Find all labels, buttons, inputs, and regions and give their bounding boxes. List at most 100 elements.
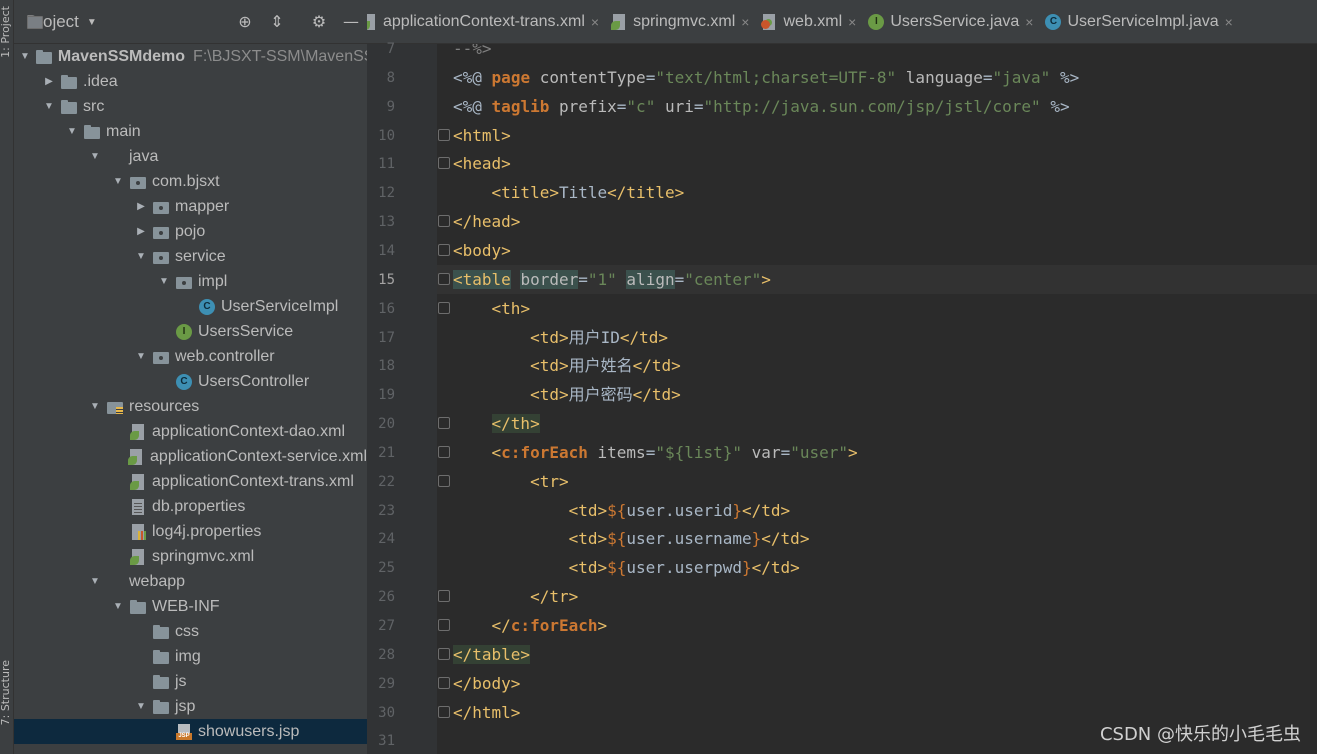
tree-item[interactable]: ▼ src [14,94,367,119]
fold-marker-icon[interactable] [438,157,450,170]
tree-item[interactable]: C UsersController [14,369,367,394]
tree-item[interactable]: I UsersService [14,319,367,344]
fold-marker-icon[interactable] [438,272,450,285]
tree-item[interactable]: log4j.properties [14,519,367,544]
chevron-right-icon[interactable]: ▶ [43,76,55,87]
code-line: <td>${user.userpwd}</td> [568,558,800,578]
chevron-down-icon[interactable]: ▼ [158,276,170,287]
fold-marker-icon[interactable] [438,474,450,487]
fold-marker-icon[interactable] [438,215,450,228]
fold-marker-icon[interactable] [438,619,450,631]
project-tool-tab[interactable]: 1: Project [0,6,15,58]
chevron-down-icon[interactable]: ▼ [135,701,147,712]
folder-icon [61,99,77,115]
jsp-icon [176,723,192,740]
tree-item[interactable]: js [14,669,367,694]
tree-item-label: css [175,622,199,640]
close-icon[interactable]: × [741,14,749,30]
code-line: </html> [453,702,521,722]
fold-marker-icon[interactable] [438,705,450,718]
fold-marker-icon[interactable] [438,647,450,660]
tree-item[interactable]: ▼ web.controller [14,344,367,369]
close-icon[interactable]: × [848,14,856,30]
chevron-down-icon[interactable]: ▼ [112,601,124,612]
chevron-down-icon[interactable]: ▼ [20,51,30,62]
code-line: </head> [453,212,521,232]
fold-marker-icon[interactable] [438,590,450,603]
target-icon[interactable]: ⊕ [236,13,254,31]
tree-item[interactable]: applicationContext-service.xml [14,444,367,469]
editor-tab[interactable]: C UserServiceImpl.java × [1039,0,1238,43]
chevron-down-icon[interactable]: ▼ [89,151,101,162]
folder-icon [153,649,169,665]
chevron-down-icon[interactable]: ▼ [66,126,78,137]
tree-item[interactable]: ▼ com.bjsxt [14,169,367,194]
fold-marker-icon[interactable] [438,128,450,141]
line-number: 27 [378,618,395,634]
line-number: 20 [378,416,395,433]
tree-item[interactable]: ▼ MavenSSMdemo F:\BJSXT-SSM\MavenSS [14,44,367,69]
code-line: <tr> [530,471,569,491]
fold-marker-icon[interactable] [438,243,450,256]
chevron-down-icon[interactable]: ▼ [135,251,147,262]
code-line: <td>用户ID</td> [530,327,669,347]
editor-tab[interactable]: springmvc.xml × [605,0,755,43]
tree-item[interactable]: applicationContext-trans.xml [14,469,367,494]
tree-item[interactable]: ▶ mapper [14,194,367,219]
chevron-down-icon[interactable]: ▼ [112,176,124,187]
structure-tool-tab[interactable]: 7: Structure [0,660,15,725]
tree-item[interactable]: ▼ WEB-INF [14,594,367,619]
line-number: 28 [378,646,395,663]
tab-label: applicationContext-trans.xml [383,12,585,30]
tree-item[interactable]: ▼ java [14,144,367,169]
editor-tab[interactable]: I UsersService.java × [862,0,1039,43]
tree-item-label: MavenSSMdemo [57,47,186,65]
chevron-down-icon[interactable]: ▼ [89,401,101,412]
tree-item[interactable]: C UserServiceImpl [14,294,367,319]
tree-item[interactable]: ▼ resources [14,394,367,419]
pkg-icon [153,349,169,365]
chevron-down-icon[interactable]: ▼ [135,351,147,362]
editor-tab[interactable]: applicationContext-trans.xml × [367,0,605,43]
line-number: 7 [386,41,395,57]
tree-item[interactable]: img [14,644,367,669]
srcfolder-icon [107,149,123,165]
project-panel: Project ▼ ⊕ ⇕ ⚙ — ▼ MavenSSMdemo F:\BJSXT-… [14,0,367,754]
tree-item[interactable]: ▼ webapp [14,569,367,594]
chevron-right-icon[interactable]: ▶ [135,201,147,212]
fold-marker-icon[interactable] [438,301,450,314]
pkg-icon [130,174,146,190]
tree-item[interactable]: ▶ pojo [14,219,367,244]
collapse-icon[interactable]: ⇕ [268,13,286,31]
fold-marker-icon[interactable] [438,676,450,689]
tree-item[interactable]: showusers.jsp [14,719,367,744]
project-view-selector[interactable]: Project ▼ [26,0,97,44]
tree-item[interactable]: ▶ .idea [14,69,367,94]
line-number: 11 [378,156,395,173]
close-icon[interactable]: × [1025,14,1033,30]
tree-item[interactable]: ▼ service [14,244,367,269]
chevron-right-icon[interactable]: ▶ [135,226,147,237]
tree-item[interactable]: ▼ jsp [14,694,367,719]
minimize-icon[interactable]: — [342,13,360,31]
chevron-down-icon[interactable]: ▼ [43,101,55,112]
line-number: 15 [378,271,395,288]
code-line: <%@ page contentType="text/html;charset=… [453,67,1080,87]
close-icon[interactable]: × [1225,14,1233,30]
close-icon[interactable]: × [591,14,599,30]
line-number: 29 [378,675,395,692]
tree-item-label: service [175,247,226,265]
tree-item[interactable]: ▼ impl [14,269,367,294]
editor-tab[interactable]: web.xml × [755,0,862,43]
code-editor[interactable]: --%> <%@ page contentType="text/html;char… [437,44,1317,754]
fold-marker-icon[interactable] [438,445,450,458]
fold-marker-icon[interactable] [438,417,450,430]
chevron-down-icon[interactable]: ▼ [89,576,101,587]
tree-item[interactable]: ▼ main [14,119,367,144]
tree-item[interactable]: springmvc.xml [14,544,367,569]
gear-icon[interactable]: ⚙ [310,13,328,31]
tree-item[interactable]: applicationContext-dao.xml [14,419,367,444]
tree-item-label: impl [198,272,228,290]
tree-item[interactable]: db.properties [14,494,367,519]
tree-item[interactable]: css [14,619,367,644]
